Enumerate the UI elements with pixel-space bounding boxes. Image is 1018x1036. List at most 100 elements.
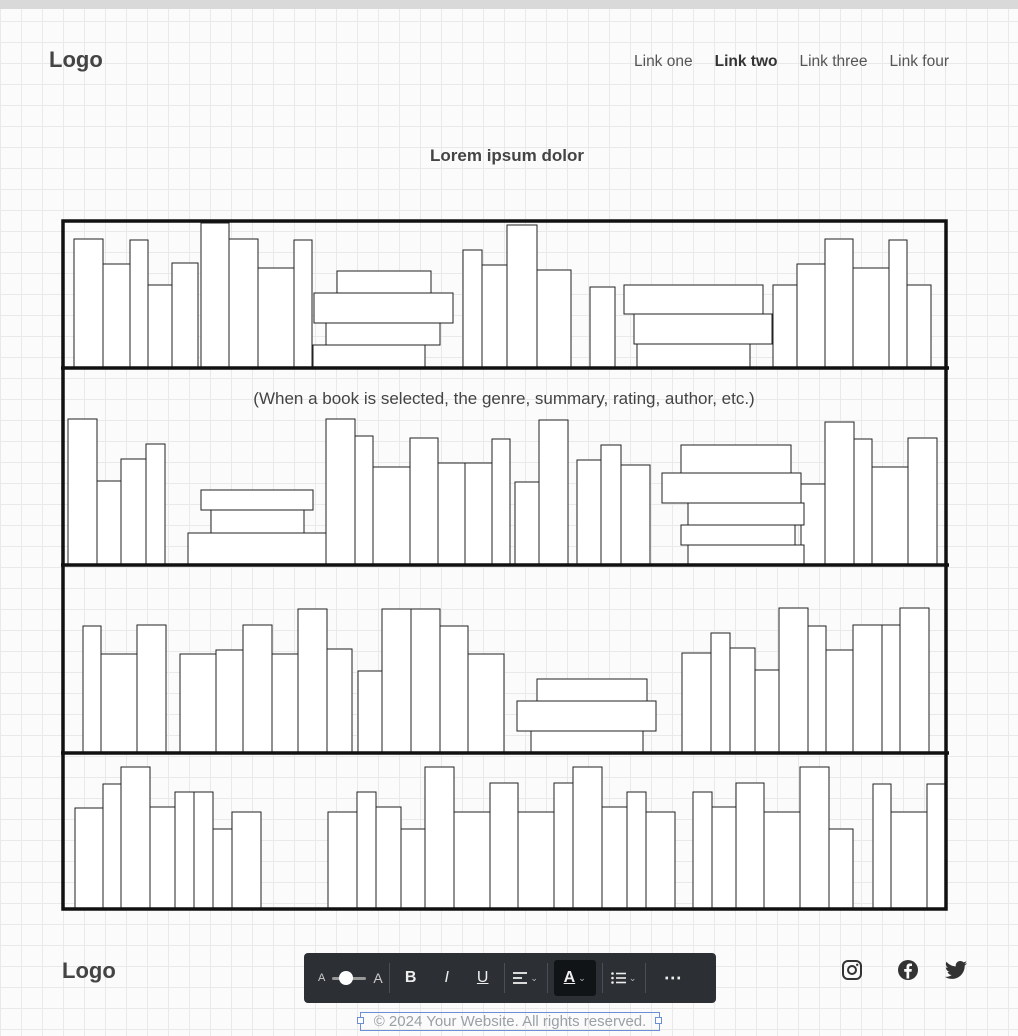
book[interactable] [852, 267, 890, 369]
nav-link-four[interactable]: Link four [890, 53, 949, 71]
nav-link-one[interactable]: Link one [634, 53, 693, 71]
align-dropdown[interactable]: ⌄ [511, 960, 541, 996]
book[interactable] [926, 783, 946, 910]
book[interactable] [890, 811, 928, 910]
book[interactable] [171, 262, 199, 369]
book[interactable] [100, 653, 138, 754]
book[interactable] [763, 811, 801, 910]
book[interactable] [136, 624, 167, 754]
book[interactable] [517, 811, 555, 910]
book[interactable] [381, 608, 412, 754]
book[interactable] [409, 437, 439, 566]
book[interactable] [120, 458, 147, 566]
book[interactable] [82, 625, 102, 754]
book[interactable] [102, 263, 131, 369]
book[interactable] [356, 791, 377, 910]
book[interactable] [899, 607, 930, 754]
footer-logo[interactable]: Logo [62, 958, 116, 984]
book[interactable] [514, 481, 540, 566]
book[interactable] [242, 624, 273, 754]
book[interactable] [825, 649, 854, 754]
book[interactable] [400, 828, 426, 910]
book[interactable] [576, 459, 602, 566]
book[interactable] [633, 313, 773, 345]
book[interactable] [187, 532, 327, 565]
book[interactable] [680, 524, 796, 546]
book[interactable] [711, 806, 737, 910]
book[interactable] [799, 766, 830, 910]
book[interactable] [872, 783, 892, 910]
book[interactable] [145, 443, 166, 566]
book[interactable] [174, 791, 195, 910]
book[interactable] [710, 632, 731, 754]
slider-knob[interactable] [339, 970, 354, 985]
book[interactable] [772, 284, 798, 369]
book[interactable] [824, 238, 854, 369]
more-options-button[interactable]: ⋯ [658, 960, 688, 996]
book[interactable] [293, 239, 313, 369]
book[interactable] [424, 766, 455, 910]
book[interactable] [200, 489, 314, 511]
book[interactable] [623, 284, 764, 315]
book[interactable] [481, 264, 508, 369]
book[interactable] [530, 730, 644, 754]
book[interactable] [326, 648, 353, 754]
book[interactable] [375, 806, 402, 910]
book[interactable] [489, 782, 519, 910]
book[interactable] [74, 807, 104, 910]
book[interactable] [828, 828, 854, 910]
nav-link-two[interactable]: Link two [715, 53, 778, 71]
book[interactable] [212, 828, 233, 910]
book[interactable] [231, 811, 262, 910]
book[interactable] [553, 782, 574, 910]
book[interactable] [620, 464, 651, 566]
book[interactable] [313, 292, 454, 324]
book[interactable] [853, 438, 873, 566]
book[interactable] [73, 238, 104, 369]
book[interactable] [687, 502, 805, 526]
book[interactable] [572, 766, 603, 910]
text-size-slider[interactable]: A A [318, 970, 383, 986]
book[interactable] [906, 284, 932, 369]
book[interactable] [325, 322, 441, 346]
book[interactable] [149, 806, 176, 910]
book[interactable] [257, 267, 295, 369]
book[interactable] [626, 791, 647, 910]
book[interactable] [589, 286, 616, 369]
book[interactable] [692, 791, 713, 910]
book[interactable] [888, 239, 908, 369]
slider-track[interactable] [332, 970, 367, 985]
book[interactable] [210, 509, 305, 534]
book[interactable] [67, 418, 98, 566]
book[interactable] [871, 466, 909, 566]
header-logo[interactable]: Logo [49, 47, 103, 73]
book[interactable] [271, 653, 299, 754]
book[interactable] [735, 782, 765, 910]
book[interactable] [437, 462, 466, 566]
facebook-icon[interactable] [896, 958, 920, 982]
book[interactable] [312, 344, 426, 369]
nav-link-three[interactable]: Link three [799, 53, 867, 71]
bold-button[interactable]: B [396, 960, 426, 996]
book[interactable] [778, 607, 809, 754]
book[interactable] [754, 669, 780, 754]
book[interactable] [439, 625, 469, 754]
book[interactable] [506, 224, 538, 369]
book[interactable] [852, 624, 883, 754]
book[interactable] [193, 791, 214, 910]
copyright-text[interactable]: © 2024 Your Website. All rights reserved… [360, 1012, 660, 1031]
book[interactable] [297, 608, 328, 754]
book[interactable] [536, 678, 648, 702]
book[interactable] [636, 343, 751, 368]
underline-button[interactable]: U [468, 960, 498, 996]
italic-button[interactable]: I [432, 960, 462, 996]
book[interactable] [881, 624, 901, 754]
book[interactable] [372, 466, 411, 566]
book[interactable] [538, 419, 569, 566]
book[interactable] [687, 544, 805, 566]
book[interactable] [661, 472, 802, 504]
book[interactable] [200, 222, 230, 369]
book[interactable] [680, 444, 792, 474]
book[interactable] [601, 806, 628, 910]
text-color-dropdown[interactable]: A ⌄ [553, 960, 596, 996]
